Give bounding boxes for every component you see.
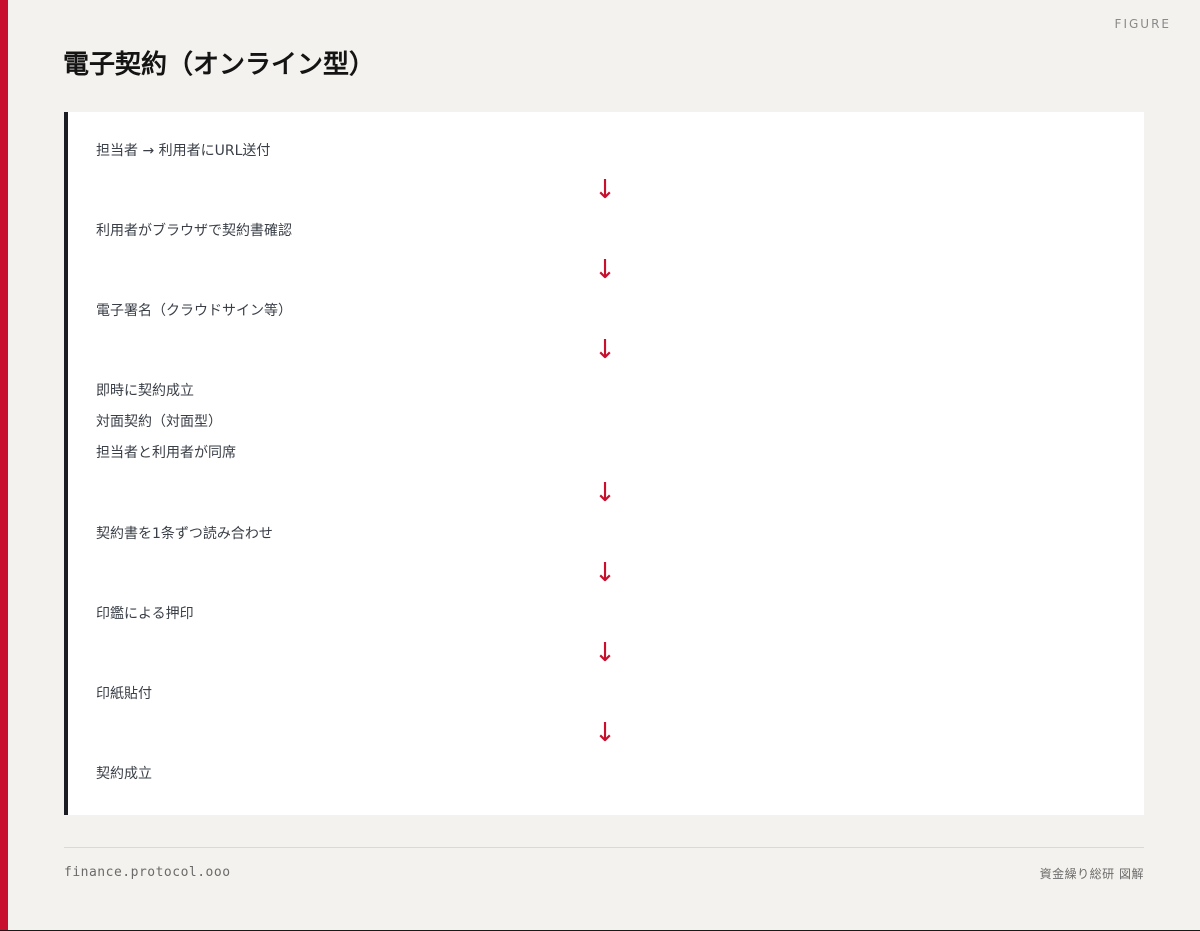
down-arrow-icon: ↓ bbox=[594, 478, 616, 508]
down-arrow-icon: ↓ bbox=[594, 558, 616, 588]
section-heading: 対面契約（対面型） bbox=[96, 414, 222, 430]
flow-step: 担当者 → 利用者にURL送付 bbox=[96, 143, 271, 159]
flow-step: 担当者と利用者が同席 bbox=[96, 445, 236, 461]
down-arrow-icon: ↓ bbox=[594, 718, 616, 748]
flow-step: 電子署名（クラウドサイン等） bbox=[96, 303, 292, 319]
down-arrow-icon: ↓ bbox=[594, 175, 616, 205]
footer-site: finance.protocol.ooo bbox=[64, 865, 231, 880]
flow-step: 印紙貼付 bbox=[96, 686, 152, 702]
page-title: 電子契約（オンライン型） bbox=[63, 50, 376, 80]
down-arrow-icon: ↓ bbox=[594, 335, 616, 365]
footer-credit: 資金繰り総研 図解 bbox=[1039, 867, 1144, 881]
accent-stripe bbox=[0, 0, 8, 931]
flow-step: 即時に契約成立 bbox=[96, 383, 194, 399]
flow-step: 契約書を1条ずつ読み合わせ bbox=[96, 526, 273, 542]
down-arrow-icon: ↓ bbox=[594, 638, 616, 668]
figure-label: FIGURE bbox=[1114, 17, 1171, 31]
down-arrow-icon: ↓ bbox=[594, 255, 616, 285]
flow-step: 利用者がブラウザで契約書確認 bbox=[96, 223, 292, 239]
flow-panel: 担当者 → 利用者にURL送付 ↓ 利用者がブラウザで契約書確認 ↓ 電子署名（… bbox=[64, 112, 1144, 815]
footer-divider bbox=[64, 847, 1144, 848]
flow-step: 印鑑による押印 bbox=[96, 606, 194, 622]
flow-step: 契約成立 bbox=[96, 766, 152, 782]
